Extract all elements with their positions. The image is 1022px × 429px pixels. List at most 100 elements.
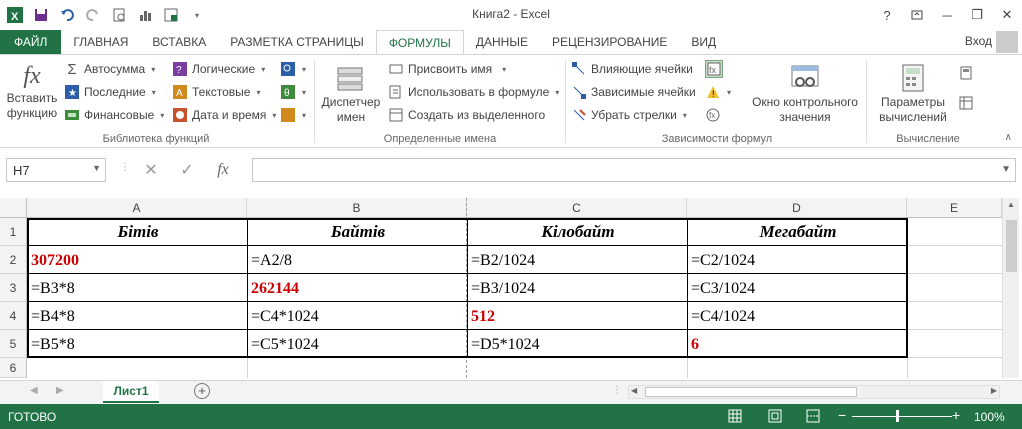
page-layout-view-icon[interactable]: [768, 409, 782, 426]
trace-dependents-button[interactable]: Зависимые ячейки: [571, 82, 696, 102]
cancel-icon[interactable]: ✕: [138, 160, 164, 180]
cell-d1[interactable]: Мегабайт: [689, 218, 907, 245]
cell-d2[interactable]: =C2/1024: [688, 248, 906, 274]
tab-insert[interactable]: ВСТАВКА: [140, 30, 218, 54]
name-manager-button[interactable]: Диспетчер имен: [318, 61, 384, 125]
autosum-button[interactable]: Σ Автосумма ▾: [64, 59, 155, 79]
column-header-e[interactable]: E: [907, 198, 1002, 218]
row-header-5[interactable]: 5: [0, 330, 27, 358]
cell-c3[interactable]: =B3/1024: [468, 276, 686, 302]
zoom-slider-thumb[interactable]: [896, 410, 899, 422]
fx-icon[interactable]: fx: [210, 161, 236, 179]
zoom-in-icon[interactable]: +: [952, 407, 960, 423]
cell-b4[interactable]: =C4*1024: [248, 304, 466, 330]
datetime-functions-button[interactable]: Дата и время ▾: [172, 105, 276, 125]
cell-b2[interactable]: =A2/8: [248, 248, 466, 274]
tab-formulas[interactable]: ФОРМУЛЫ: [375, 30, 464, 55]
error-checking-button[interactable]: ! ▾: [705, 82, 731, 102]
column-header-c[interactable]: C: [467, 198, 687, 218]
prev-sheet-icon[interactable]: ◀: [30, 385, 38, 396]
page-break-view-icon[interactable]: [806, 409, 820, 426]
create-from-selection-button[interactable]: Создать из выделенного: [388, 105, 545, 125]
show-formulas-button[interactable]: fx: [705, 59, 723, 79]
cell-a4[interactable]: =B4*8: [28, 304, 246, 330]
select-all-corner[interactable]: [0, 198, 27, 218]
tab-page-layout[interactable]: РАЗМЕТКА СТРАНИЦЫ: [218, 30, 376, 54]
enter-icon[interactable]: ✓: [174, 160, 200, 180]
cell-c4[interactable]: 512: [468, 304, 686, 330]
redo-icon[interactable]: [82, 4, 104, 26]
collapse-ribbon-icon[interactable]: ∧: [1005, 132, 1012, 143]
logical-functions-button[interactable]: ? Логические ▾: [172, 59, 265, 79]
column-header-a[interactable]: A: [27, 198, 247, 218]
scroll-up-icon[interactable]: ▲: [1007, 200, 1015, 209]
calculate-now-button[interactable]: [958, 63, 974, 83]
horizontal-scroll-thumb[interactable]: [645, 387, 857, 397]
name-box[interactable]: H7 ▼: [6, 158, 106, 182]
normal-view-icon[interactable]: [728, 409, 742, 426]
avatar[interactable]: [996, 31, 1018, 53]
lookup-functions-button[interactable]: ▾: [280, 59, 306, 79]
next-sheet-icon[interactable]: ▶: [56, 385, 64, 396]
calculate-sheet-button[interactable]: [958, 93, 974, 113]
row-header-1[interactable]: 1: [0, 218, 27, 246]
watch-window-button[interactable]: Окно контрольного значения: [747, 61, 863, 125]
cell-b5[interactable]: =C5*1024: [248, 332, 466, 357]
cell-c1[interactable]: Кілобайт: [469, 218, 687, 245]
cell-d3[interactable]: =C3/1024: [688, 276, 906, 302]
remove-arrows-button[interactable]: Убрать стрелки ▾: [571, 105, 687, 125]
more-functions-button[interactable]: ▾: [280, 105, 306, 125]
minimize-button[interactable]: ─: [932, 0, 962, 30]
zoom-slider[interactable]: [852, 410, 952, 422]
undo-icon[interactable]: [56, 4, 78, 26]
cell-d5[interactable]: 6: [688, 332, 906, 357]
calculation-options-button[interactable]: Параметры вычислений: [870, 61, 956, 125]
tab-home[interactable]: ГЛАВНАЯ: [61, 30, 140, 54]
help-button[interactable]: ?: [872, 0, 902, 30]
column-header-d[interactable]: D: [687, 198, 907, 218]
row-header-4[interactable]: 4: [0, 302, 27, 330]
scroll-right-icon[interactable]: ▶: [991, 386, 997, 395]
row-header-6[interactable]: 6: [0, 358, 27, 378]
add-sheet-button[interactable]: +: [194, 383, 210, 399]
tab-view[interactable]: ВИД: [679, 30, 728, 54]
tab-review[interactable]: РЕЦЕНЗИРОВАНИЕ: [540, 30, 679, 54]
sheet-tab-list1[interactable]: Лист1: [103, 381, 159, 403]
trace-precedents-button[interactable]: Влияющие ячейки: [571, 59, 693, 79]
vertical-scrollbar[interactable]: ▲: [1002, 198, 1019, 378]
cell-a3[interactable]: =B3*8: [28, 276, 246, 302]
row-header-2[interactable]: 2: [0, 246, 27, 274]
recent-functions-button[interactable]: ★ Последние ▾: [64, 82, 156, 102]
insert-function-button[interactable]: fx Вставить функцию: [4, 61, 60, 121]
tab-file[interactable]: ФАЙЛ: [0, 30, 62, 54]
expand-formula-bar-icon[interactable]: ▼: [1001, 164, 1011, 175]
zoom-out-icon[interactable]: −: [838, 407, 846, 423]
tab-data[interactable]: ДАННЫЕ: [464, 30, 540, 54]
close-button[interactable]: ✕: [992, 0, 1022, 30]
cell-b3[interactable]: 262144: [248, 276, 466, 302]
define-name-button[interactable]: Присвоить имя ▾: [388, 59, 506, 79]
chevron-down-icon[interactable]: ▼: [92, 163, 101, 173]
cell-c5[interactable]: =D5*1024: [468, 332, 686, 357]
scroll-left-icon[interactable]: ◀: [631, 386, 637, 395]
vertical-scroll-thumb[interactable]: [1006, 220, 1017, 272]
ribbon-display-button[interactable]: [902, 0, 932, 30]
cell-a5[interactable]: =B5*8: [28, 332, 246, 357]
row-header-3[interactable]: 3: [0, 274, 27, 302]
text-functions-button[interactable]: A Текстовые ▾: [172, 82, 260, 102]
cell-d4[interactable]: =C4/1024: [688, 304, 906, 330]
math-functions-button[interactable]: θ ▾: [280, 82, 306, 102]
formula-input[interactable]: ▼: [252, 158, 1016, 182]
chart-icon[interactable]: [134, 4, 156, 26]
zoom-level[interactable]: 100%: [974, 410, 1005, 424]
evaluate-formula-button[interactable]: fx: [705, 105, 721, 125]
sheet-tools-icon[interactable]: [160, 4, 182, 26]
use-in-formula-button[interactable]: Использовать в формуле ▾: [388, 82, 559, 102]
financial-functions-button[interactable]: Финансовые ▾: [64, 105, 164, 125]
tab-split-grip[interactable]: ⋮: [612, 385, 622, 396]
customize-qat-icon[interactable]: ▾: [186, 4, 208, 26]
save-icon[interactable]: [30, 4, 52, 26]
restore-button[interactable]: ❐: [962, 0, 992, 30]
formula-bar-grip[interactable]: ⋮: [120, 162, 130, 173]
cell-a2[interactable]: 307200: [28, 248, 246, 274]
